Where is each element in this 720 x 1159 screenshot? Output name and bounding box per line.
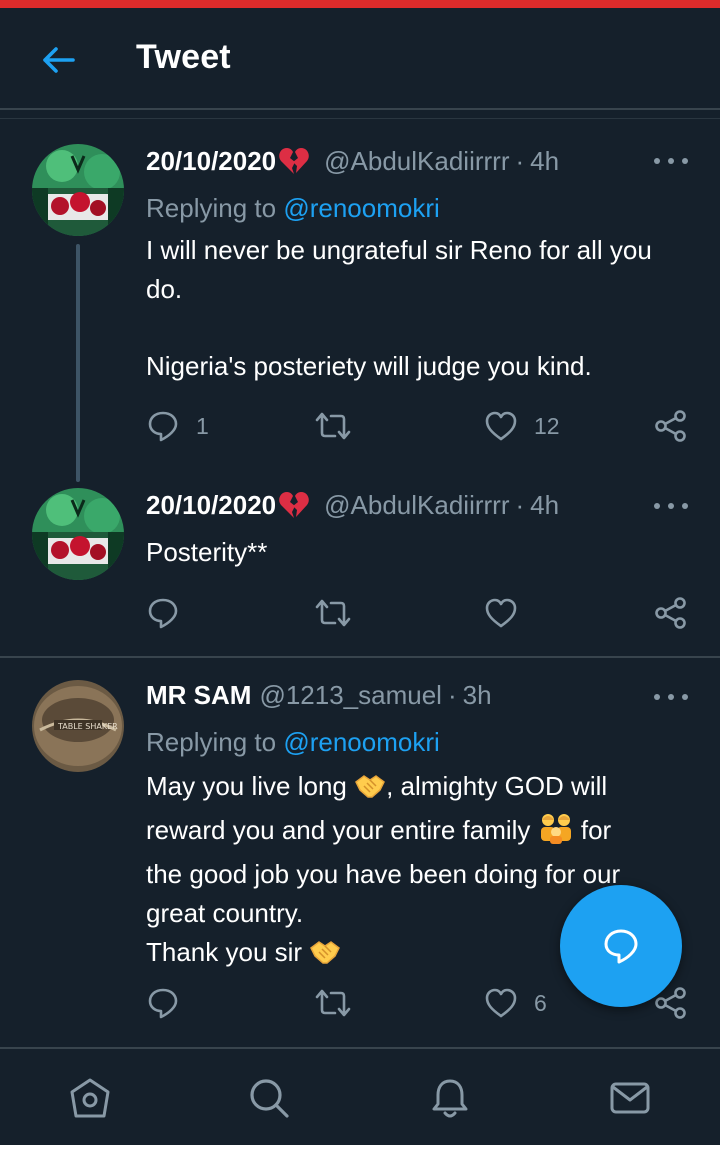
more-options-button[interactable] (654, 692, 688, 702)
svg-text:TABLE SHAKER: TABLE SHAKER (57, 722, 118, 731)
compose-reply-button[interactable] (560, 885, 682, 1007)
replying-prefix: Replying to (146, 727, 284, 757)
separator-dot: · (515, 489, 525, 520)
handshake-icon (309, 938, 341, 977)
user-handle[interactable]: @AbdulKadiirrrr (324, 146, 509, 177)
user-handle[interactable]: @1213_samuel (259, 680, 442, 711)
timestamp: 3h (462, 679, 492, 710)
text-segment: Thank you sir (146, 937, 310, 967)
avatar[interactable] (32, 488, 124, 580)
share-icon (655, 410, 686, 442)
separator-dot: · (447, 679, 457, 710)
replying-prefix: Replying to (146, 193, 284, 223)
reply-icon (148, 988, 178, 1019)
display-name[interactable]: 20/10/2020 (146, 146, 276, 177)
tweet-text: Posterity** (146, 533, 696, 572)
reply-icon (148, 598, 178, 629)
user-handle[interactable]: @AbdulKadiirrrr (324, 490, 509, 521)
broken-heart-icon (278, 490, 310, 520)
messages-icon (610, 1082, 650, 1114)
nav-search[interactable] (246, 1075, 292, 1121)
tweet-header: 20/10/2020 @AbdulKadiirrrr · 4h (146, 143, 690, 179)
tweet-text-line: Nigeria's posteriety will judge you kind… (146, 351, 592, 381)
replying-to: Replying to @renoomokri (146, 193, 440, 224)
nav-home[interactable] (67, 1075, 113, 1121)
text-segment: , almighty GOD will (386, 771, 608, 801)
retweet-button[interactable] (314, 406, 352, 446)
tweet-header: 20/10/2020 @AbdulKadiirrrr · 4h (146, 487, 690, 523)
display-name[interactable]: MR SAM (146, 680, 251, 711)
tweet-text-line: do. (146, 274, 183, 304)
handshake-icon (354, 772, 386, 811)
search-icon (250, 1079, 289, 1118)
separator-dot: · (515, 145, 525, 176)
text-segment: for (573, 815, 612, 845)
header: Tweet (0, 8, 720, 110)
more-options-button[interactable] (654, 156, 688, 166)
retweet-button[interactable] (314, 983, 352, 1023)
reply-icon (148, 411, 178, 442)
home-icon (70, 1078, 110, 1118)
subheader-divider (0, 118, 720, 119)
notifications-icon (432, 1079, 468, 1118)
nav-notifications[interactable] (427, 1075, 473, 1121)
reply-button[interactable]: 1 (146, 406, 209, 446)
display-name[interactable]: 20/10/2020 (146, 490, 276, 521)
tweet-header: MR SAM @1213_samuel · 3h (146, 677, 690, 713)
like-button[interactable]: 6 (484, 983, 547, 1023)
retweet-button[interactable] (314, 593, 352, 633)
timestamp: 4h (530, 145, 560, 176)
thread-line (76, 244, 80, 482)
share-button[interactable] (654, 406, 688, 446)
reply-button[interactable] (146, 983, 180, 1023)
tweet-text-line: Posterity** (146, 537, 268, 567)
family-icon (538, 812, 574, 855)
retweet-icon (315, 989, 351, 1017)
avatar[interactable]: TABLE SHAKER (32, 680, 124, 772)
reply-count: 1 (196, 412, 209, 439)
like-count: 12 (534, 412, 560, 439)
like-button[interactable] (484, 593, 518, 633)
page-title: Tweet (136, 38, 231, 76)
heart-icon (485, 988, 517, 1018)
tweet-actions (146, 593, 691, 633)
avatar[interactable] (32, 144, 124, 236)
nav-messages[interactable] (607, 1075, 653, 1121)
mention-link[interactable]: @renoomokri (283, 193, 439, 223)
retweet-icon (315, 412, 351, 440)
broken-heart-icon (278, 146, 310, 176)
tweet-text-blank (146, 309, 696, 347)
heart-icon (485, 598, 517, 628)
header-divider (0, 108, 720, 110)
more-options-button[interactable] (654, 501, 688, 511)
tweet-actions: 1 12 (146, 406, 691, 446)
share-button[interactable] (654, 593, 688, 633)
back-button[interactable] (38, 42, 78, 78)
compose-reply-icon (604, 929, 638, 964)
share-icon (655, 597, 686, 629)
like-button[interactable]: 12 (484, 406, 560, 446)
tweet-divider (0, 656, 720, 658)
timestamp: 4h (530, 489, 560, 520)
arrow-left-icon (43, 47, 75, 73)
mention-link[interactable]: @renoomokri (283, 727, 439, 757)
system-bar-edge (0, 1145, 720, 1159)
tweet-text-line: May you live long , almighty GOD will (146, 767, 696, 811)
tweet-text-line: I will never be ungrateful sir Reno for … (146, 235, 652, 265)
text-segment: reward you and your entire family (146, 815, 538, 845)
tweet-text-line: reward you and your entire family for (146, 811, 696, 855)
replying-to: Replying to @renoomokri (146, 727, 440, 758)
text-segment: May you live long (146, 771, 355, 801)
retweet-icon (315, 599, 351, 627)
bottom-nav (0, 1047, 720, 1145)
tweet-text: I will never be ungrateful sir Reno for … (146, 231, 696, 386)
status-strip (0, 0, 720, 8)
reply-button[interactable] (146, 593, 180, 633)
like-count: 6 (534, 989, 547, 1016)
heart-icon (485, 411, 517, 441)
